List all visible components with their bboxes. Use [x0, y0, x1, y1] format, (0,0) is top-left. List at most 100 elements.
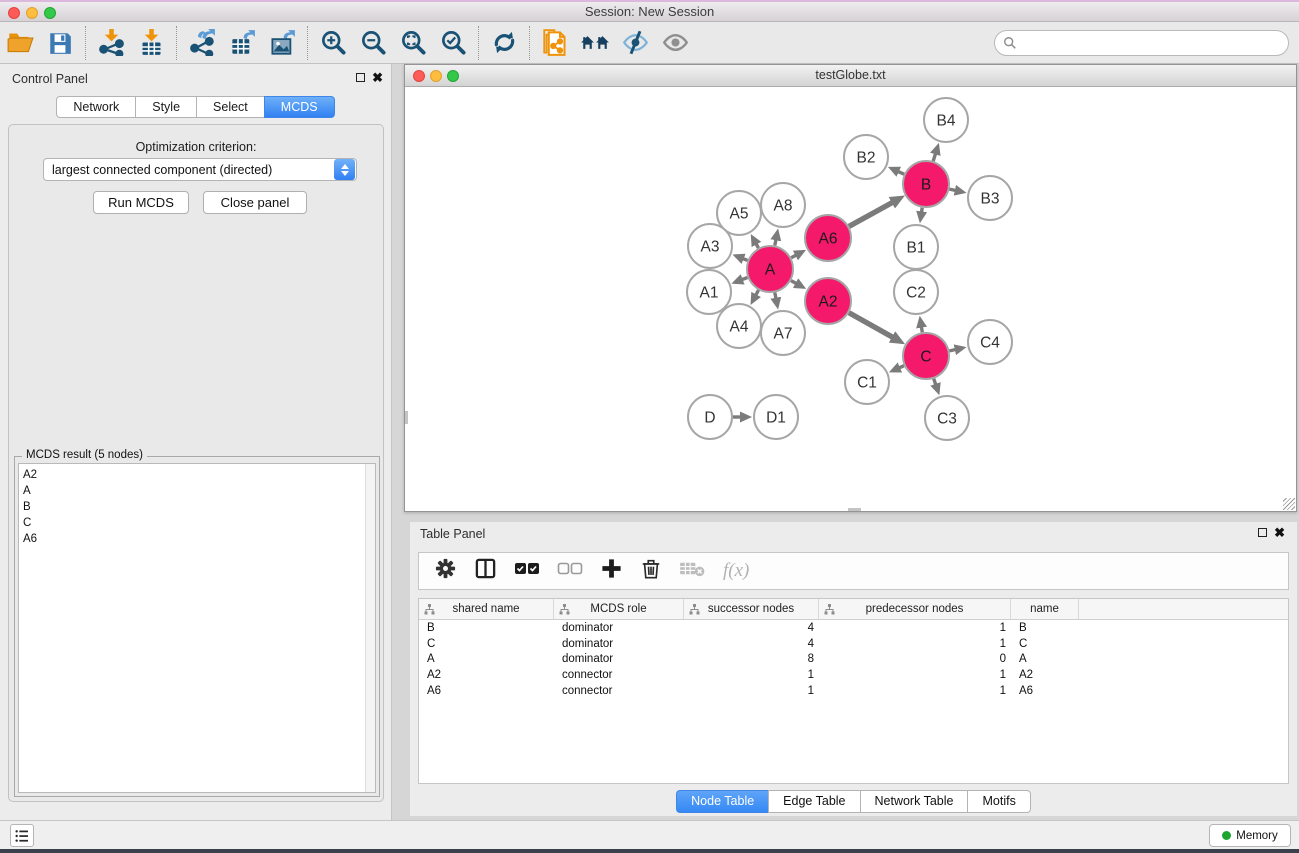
- mcds-result-list[interactable]: A2ABCA6: [18, 463, 376, 793]
- edge-B-B2[interactable]: [898, 171, 904, 174]
- cell-predecessor-nodes[interactable]: 1: [819, 685, 1011, 697]
- graph-node-D1[interactable]: D1: [754, 395, 798, 439]
- edge-A-A7[interactable]: [775, 293, 776, 299]
- cell-MCDS-role[interactable]: dominator: [554, 653, 684, 665]
- cell-shared-name[interactable]: A6: [419, 685, 554, 697]
- graph-node-D[interactable]: D: [688, 395, 732, 439]
- show-all-button[interactable]: [655, 25, 695, 61]
- graph-node-C2[interactable]: C2: [894, 270, 938, 314]
- float-panel-icon[interactable]: [356, 73, 365, 82]
- edge-C-C4[interactable]: [949, 350, 955, 351]
- cell-MCDS-role[interactable]: connector: [554, 685, 684, 697]
- task-history-button[interactable]: [10, 824, 34, 847]
- deselect-all-button[interactable]: [557, 560, 583, 582]
- edge-B-B3[interactable]: [949, 189, 955, 190]
- edge-C-C2[interactable]: [921, 327, 922, 333]
- tab-mcds[interactable]: MCDS: [264, 96, 335, 118]
- result-item[interactable]: A6: [19, 531, 375, 547]
- result-item[interactable]: C: [19, 515, 375, 531]
- cell-predecessor-nodes[interactable]: 0: [819, 653, 1011, 665]
- graph-node-A3[interactable]: A3: [688, 224, 732, 268]
- column-header-successor-nodes[interactable]: successor nodes: [684, 599, 819, 619]
- edge-A2-C[interactable]: [849, 313, 893, 338]
- graph-node-C1[interactable]: C1: [845, 360, 889, 404]
- cell-MCDS-role[interactable]: dominator: [554, 622, 684, 634]
- export-image-button[interactable]: [262, 25, 302, 61]
- graph-node-C[interactable]: C: [903, 333, 949, 379]
- cell-shared-name[interactable]: A: [419, 653, 554, 665]
- edge-A-A3[interactable]: [743, 259, 748, 261]
- zoom-out-button[interactable]: [353, 25, 393, 61]
- float-table-panel-icon[interactable]: [1258, 528, 1267, 537]
- tab-network-table[interactable]: Network Table: [860, 790, 968, 813]
- graph-node-B[interactable]: B: [903, 161, 949, 207]
- result-item[interactable]: B: [19, 499, 375, 515]
- result-item[interactable]: A: [19, 483, 375, 499]
- add-row-button[interactable]: [600, 557, 623, 585]
- tab-network[interactable]: Network: [56, 96, 135, 118]
- cell-name[interactable]: C: [1011, 638, 1079, 650]
- horizontal-scroll-indicator[interactable]: [848, 508, 861, 511]
- first-neighbors-button[interactable]: [575, 25, 615, 61]
- search-input[interactable]: [1022, 36, 1288, 50]
- function-builder-button[interactable]: f(x): [723, 560, 749, 582]
- minimize-window-button[interactable]: [26, 7, 38, 19]
- graph-node-A1[interactable]: A1: [687, 270, 731, 314]
- edge-A-A4[interactable]: [756, 290, 759, 295]
- graph-node-B2[interactable]: B2: [844, 135, 888, 179]
- save-session-button[interactable]: [40, 25, 80, 61]
- minimize-network-button[interactable]: [430, 70, 442, 82]
- edge-A-A1[interactable]: [742, 278, 748, 280]
- tab-select[interactable]: Select: [196, 96, 264, 118]
- run-mcds-button[interactable]: Run MCDS: [93, 191, 189, 214]
- column-header-shared-name[interactable]: shared name: [419, 599, 554, 619]
- close-table-panel-icon[interactable]: ✖: [1274, 528, 1285, 538]
- zoom-window-button[interactable]: [44, 7, 56, 19]
- criterion-dropdown[interactable]: largest connected component (directed): [43, 158, 357, 181]
- close-panel-icon[interactable]: ✖: [372, 73, 383, 83]
- cell-name[interactable]: A6: [1011, 685, 1079, 697]
- delete-table-button[interactable]: [679, 559, 706, 583]
- cell-name[interactable]: A2: [1011, 669, 1079, 681]
- cell-name[interactable]: B: [1011, 622, 1079, 634]
- cell-successor-nodes[interactable]: 1: [684, 669, 819, 681]
- graph-node-C4[interactable]: C4: [968, 320, 1012, 364]
- graph-node-A2[interactable]: A2: [805, 278, 851, 324]
- graph-node-B3[interactable]: B3: [968, 176, 1012, 220]
- cell-predecessor-nodes[interactable]: 1: [819, 622, 1011, 634]
- close-panel-button[interactable]: Close panel: [203, 191, 307, 214]
- show-column-button[interactable]: [474, 557, 497, 585]
- cell-successor-nodes[interactable]: 4: [684, 638, 819, 650]
- zoom-selected-button[interactable]: [433, 25, 473, 61]
- edge-A6-B[interactable]: [849, 202, 893, 226]
- cell-shared-name[interactable]: C: [419, 638, 554, 650]
- edge-A-A2[interactable]: [791, 281, 797, 284]
- zoom-fit-button[interactable]: [393, 25, 433, 61]
- tab-style[interactable]: Style: [135, 96, 196, 118]
- tab-motifs[interactable]: Motifs: [967, 790, 1030, 813]
- edge-C-C3[interactable]: [934, 379, 936, 385]
- export-table-button[interactable]: [222, 25, 262, 61]
- close-window-button[interactable]: [8, 7, 20, 19]
- memory-button[interactable]: Memory: [1209, 824, 1291, 847]
- open-session-button[interactable]: [0, 25, 40, 61]
- table-settings-button[interactable]: [434, 557, 457, 585]
- network-graph-canvas[interactable]: B4B2BB3A8A5A6A3B1AA1C2A2A4A7C4CC1C3DD1: [405, 87, 1296, 511]
- cell-shared-name[interactable]: A2: [419, 669, 554, 681]
- cell-predecessor-nodes[interactable]: 1: [819, 638, 1011, 650]
- graph-node-B4[interactable]: B4: [924, 98, 968, 142]
- tab-node-table[interactable]: Node Table: [676, 790, 768, 813]
- edge-C-C1[interactable]: [899, 366, 904, 368]
- cell-predecessor-nodes[interactable]: 1: [819, 669, 1011, 681]
- import-table-button[interactable]: [131, 25, 171, 61]
- result-item[interactable]: A2: [19, 464, 375, 483]
- delete-row-button[interactable]: [640, 557, 662, 585]
- cell-MCDS-role[interactable]: connector: [554, 669, 684, 681]
- cell-successor-nodes[interactable]: 1: [684, 685, 819, 697]
- graph-node-A[interactable]: A: [747, 246, 793, 292]
- graph-node-B1[interactable]: B1: [894, 225, 938, 269]
- edge-A-A6[interactable]: [791, 255, 796, 258]
- table-row[interactable]: A2connector11A2: [419, 667, 1288, 683]
- select-all-button[interactable]: [514, 560, 540, 582]
- cell-successor-nodes[interactable]: 4: [684, 622, 819, 634]
